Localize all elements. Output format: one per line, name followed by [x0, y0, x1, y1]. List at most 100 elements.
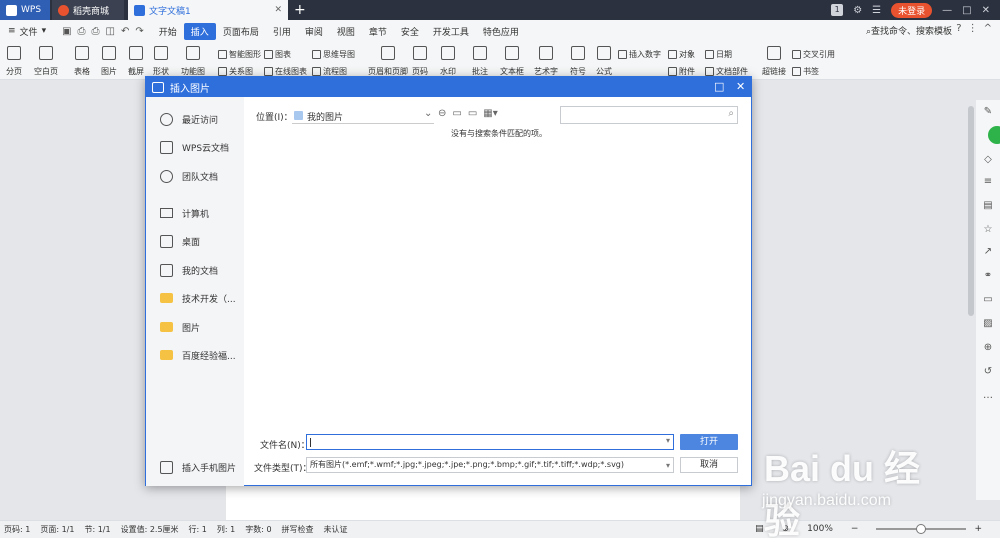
sidebar-item-baidu[interactable]: 百度经验福... — [146, 345, 244, 365]
tab-store[interactable]: 稻壳商城 — [52, 0, 124, 20]
page-break-button[interactable]: 分页 — [6, 46, 22, 77]
chevron-down-icon[interactable]: ⌄ — [424, 108, 432, 119]
file-search-input[interactable]: ⌕ — [560, 106, 738, 124]
menu-home[interactable]: 开始 — [152, 23, 184, 40]
cross-reference-button[interactable]: 交叉引用 — [792, 49, 835, 60]
file-menu[interactable]: ≡ 文件 ▾ — [0, 25, 54, 38]
login-button[interactable]: 未登录 — [891, 2, 933, 18]
link-sidebar-icon[interactable]: ⚭ — [982, 270, 994, 282]
formula-button[interactable]: 公式 — [596, 46, 612, 77]
sidebar-item-wps-cloud[interactable]: WPS云文档 — [146, 137, 244, 157]
chevron-down-icon[interactable]: ▾ — [666, 436, 670, 445]
filename-input[interactable]: ▾ — [306, 434, 674, 450]
image-icon[interactable]: ▨ — [982, 318, 994, 330]
chevron-down-icon[interactable]: ▾ — [666, 459, 670, 473]
view-grid-icon[interactable]: ▦▾ — [483, 108, 497, 119]
close-window-icon[interactable]: ✕ — [982, 5, 990, 16]
menu-view[interactable]: 视图 — [330, 23, 362, 40]
menu-page-layout[interactable]: 页面布局 — [216, 23, 266, 40]
menu-chapter[interactable]: 章节 — [362, 23, 394, 40]
assistant-badge[interactable] — [988, 126, 1000, 144]
vertical-scrollbar[interactable] — [966, 86, 976, 500]
sidebar-item-recent[interactable]: 最近访问 — [146, 109, 244, 129]
save-icon[interactable]: ▣ — [62, 26, 71, 37]
insert-number-button[interactable]: 插入数字 — [618, 49, 661, 60]
collapse-icon[interactable]: ^ — [984, 23, 992, 34]
command-search[interactable]: ⌕查找命令、搜索模板 — [866, 24, 952, 37]
filetype-select[interactable]: 所有图片(*.emf;*.wmf;*.jpg;*.jpeg;*.jpe;*.pn… — [306, 457, 674, 473]
mind-map-button[interactable]: 思维导图 — [312, 49, 355, 60]
insert-phone-image-button[interactable]: 插入手机图片 — [146, 457, 244, 477]
scrollbar-thumb[interactable] — [968, 106, 974, 316]
close-icon[interactable]: ✕ — [274, 5, 282, 15]
chart-button[interactable]: 图表 — [264, 49, 291, 60]
open-button[interactable]: 打开 — [680, 434, 738, 450]
cancel-button[interactable]: 取消 — [680, 457, 738, 473]
shape-button[interactable]: 形状 — [153, 46, 169, 77]
comment-button[interactable]: 批注 — [472, 46, 488, 77]
status-spellcheck[interactable]: 拼写检查 — [282, 524, 314, 535]
new-folder-icon[interactable]: ▭ — [468, 108, 477, 119]
new-tab-button[interactable]: + — [294, 0, 306, 20]
header-footer-button[interactable]: 页眉和页脚 — [368, 46, 408, 77]
back-icon[interactable]: ⊖ — [438, 108, 446, 119]
sidebar-item-pictures[interactable]: 图片 — [146, 317, 244, 337]
date-button[interactable]: 日期 — [705, 49, 732, 60]
dialog-title-bar[interactable]: 插入图片 □ ✕ — [146, 77, 751, 97]
maximize-icon[interactable]: □ — [962, 5, 971, 16]
undo-icon[interactable]: ↶ — [121, 26, 129, 37]
word-art-button[interactable]: 艺术字 — [534, 46, 558, 77]
bookmark-button[interactable]: 书签 — [792, 66, 819, 77]
menu-special[interactable]: 特色应用 — [476, 23, 526, 40]
zoom-in-icon[interactable]: + — [974, 524, 982, 534]
screenshot-button[interactable]: 截屏 — [128, 46, 144, 77]
sidebar-item-desktop[interactable]: 桌面 — [146, 231, 244, 251]
tab-wps[interactable]: WPS — [0, 0, 50, 20]
print-icon[interactable]: ⎙ — [92, 26, 100, 37]
menu-review[interactable]: 审阅 — [298, 23, 330, 40]
more-icon[interactable]: … — [982, 390, 994, 402]
view-mode-icon[interactable]: ▤ — [755, 524, 764, 534]
export-icon[interactable]: ⎙ — [78, 26, 86, 37]
close-icon[interactable]: ✕ — [736, 80, 745, 93]
preview-icon[interactable]: ◫ — [106, 26, 115, 37]
adjust-icon[interactable]: ≡ — [982, 176, 994, 188]
redo-icon[interactable]: ↷ — [135, 26, 143, 37]
menu-references[interactable]: 引用 — [266, 23, 298, 40]
picture-button[interactable]: 图片 — [101, 46, 117, 77]
watermark-button[interactable]: 水印 — [440, 46, 456, 77]
hyperlink-button[interactable]: 超链接 — [762, 46, 786, 77]
status-word-count[interactable]: 字数: 0 — [245, 524, 271, 535]
share-icon[interactable]: ↗ — [982, 246, 994, 258]
status-certification[interactable]: 未认证 — [324, 524, 348, 535]
window-count-badge[interactable]: 1 — [831, 4, 844, 16]
pen-icon[interactable]: ✎ — [982, 106, 994, 118]
tab-document[interactable]: 文字文稿1 ✕ — [128, 0, 288, 20]
page-number-button[interactable]: 页码 — [412, 46, 428, 77]
star-icon[interactable]: ☆ — [982, 224, 994, 236]
layout-icon[interactable]: ▤ — [982, 200, 994, 212]
minimize-icon[interactable]: — — [942, 5, 952, 16]
location-value[interactable]: 我的图片 — [307, 110, 343, 123]
more-icon[interactable]: ⋮ — [968, 23, 978, 34]
sidebar-item-computer[interactable]: 计算机 — [146, 203, 244, 223]
textbox-button[interactable]: 文本框 — [500, 46, 524, 77]
history-icon[interactable]: ↺ — [982, 366, 994, 378]
object-button[interactable]: 对象 — [668, 49, 695, 60]
sidebar-item-team[interactable]: 团队文档 — [146, 166, 244, 186]
skin-icon[interactable]: ⚙ — [853, 5, 862, 16]
maximize-icon[interactable]: □ — [714, 80, 724, 93]
table-button[interactable]: 表格 — [74, 46, 90, 77]
help-icon[interactable]: ? — [956, 23, 961, 34]
panel-icon[interactable]: ▭ — [982, 294, 994, 306]
download-icon[interactable]: ⊕ — [982, 342, 994, 354]
menu-insert[interactable]: 插入 — [183, 22, 216, 40]
sidebar-item-tech-dev[interactable]: 技术开发（... — [146, 288, 244, 308]
up-folder-icon[interactable]: ▭ — [452, 108, 461, 119]
smart-art-button[interactable]: 智能图形 — [218, 49, 261, 60]
blank-page-button[interactable]: 空白页 — [34, 46, 58, 77]
document-page[interactable] — [226, 480, 740, 520]
menu-security[interactable]: 安全 — [394, 23, 426, 40]
shapes-icon[interactable]: ◇ — [982, 154, 994, 166]
sidebar-item-documents[interactable]: 我的文档 — [146, 260, 244, 280]
